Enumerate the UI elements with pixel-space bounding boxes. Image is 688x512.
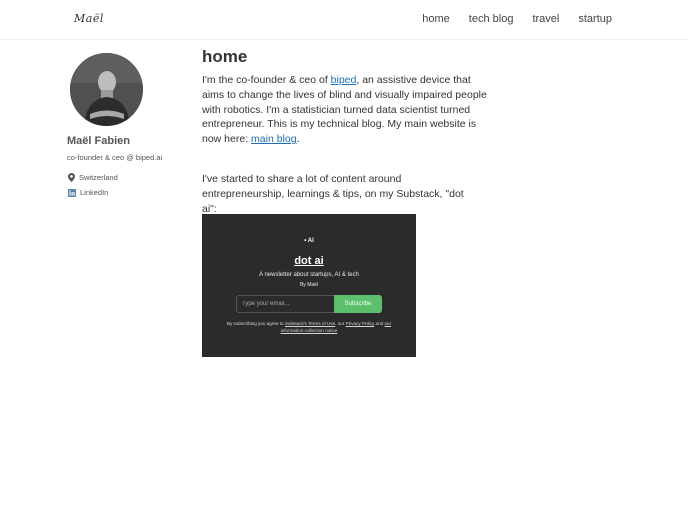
intro-text-3: . xyxy=(296,133,300,146)
site-header: Maël home tech blog travel startup xyxy=(0,0,688,40)
substack-embed: • AI dot ai A newsletter about startups,… xyxy=(202,214,416,357)
substack-paragraph: I've started to share a lot of content a… xyxy=(202,173,464,215)
intro-text-1: I'm the co-founder & ceo of xyxy=(202,74,331,86)
location-text: Switzerland xyxy=(79,173,118,182)
newsletter-logo: • AI xyxy=(304,238,314,244)
subscribe-button[interactable]: Subscribe xyxy=(334,295,382,313)
main-nav: home tech blog travel startup xyxy=(422,13,612,25)
map-marker-icon xyxy=(68,173,75,182)
privacy-link[interactable]: Privacy Policy xyxy=(346,321,375,326)
avatar-photo-icon xyxy=(70,53,143,126)
linkedin-icon xyxy=(68,188,76,197)
site-logo[interactable]: Maël xyxy=(74,12,104,25)
profile-name: Maël Fabien xyxy=(67,135,130,147)
linkedin-link[interactable]: LinkedIn xyxy=(80,188,108,197)
newsletter-author: By Maël xyxy=(299,282,319,288)
legal-text-3: and xyxy=(374,321,385,326)
nav-travel[interactable]: travel xyxy=(532,13,559,25)
avatar xyxy=(70,53,143,126)
location-row: Switzerland xyxy=(68,173,118,182)
biped-link[interactable]: biped xyxy=(331,74,357,86)
main-blog-link[interactable]: main blog xyxy=(251,133,297,145)
nav-tech-blog[interactable]: tech blog xyxy=(469,13,514,25)
page-title: home xyxy=(202,47,248,66)
intro-paragraph: I'm the co-founder & ceo of biped, an as… xyxy=(202,73,492,147)
nav-startup[interactable]: startup xyxy=(578,13,612,25)
newsletter-description: A newsletter about startups, AI & tech xyxy=(259,272,359,278)
linkedin-row[interactable]: LinkedIn xyxy=(68,188,108,197)
nav-home[interactable]: home xyxy=(422,13,450,25)
legal-text-2: , our xyxy=(335,321,346,326)
terms-link[interactable]: Substack's Terms of Use xyxy=(285,321,335,326)
email-input[interactable] xyxy=(236,295,334,313)
legal-notice: By subscribing you agree to Substack's T… xyxy=(222,320,396,334)
profile-bio: co-founder & ceo @ biped.ai xyxy=(67,153,163,162)
legal-text-1: By subscribing you agree to xyxy=(226,321,285,326)
newsletter-title[interactable]: dot ai xyxy=(202,255,416,267)
